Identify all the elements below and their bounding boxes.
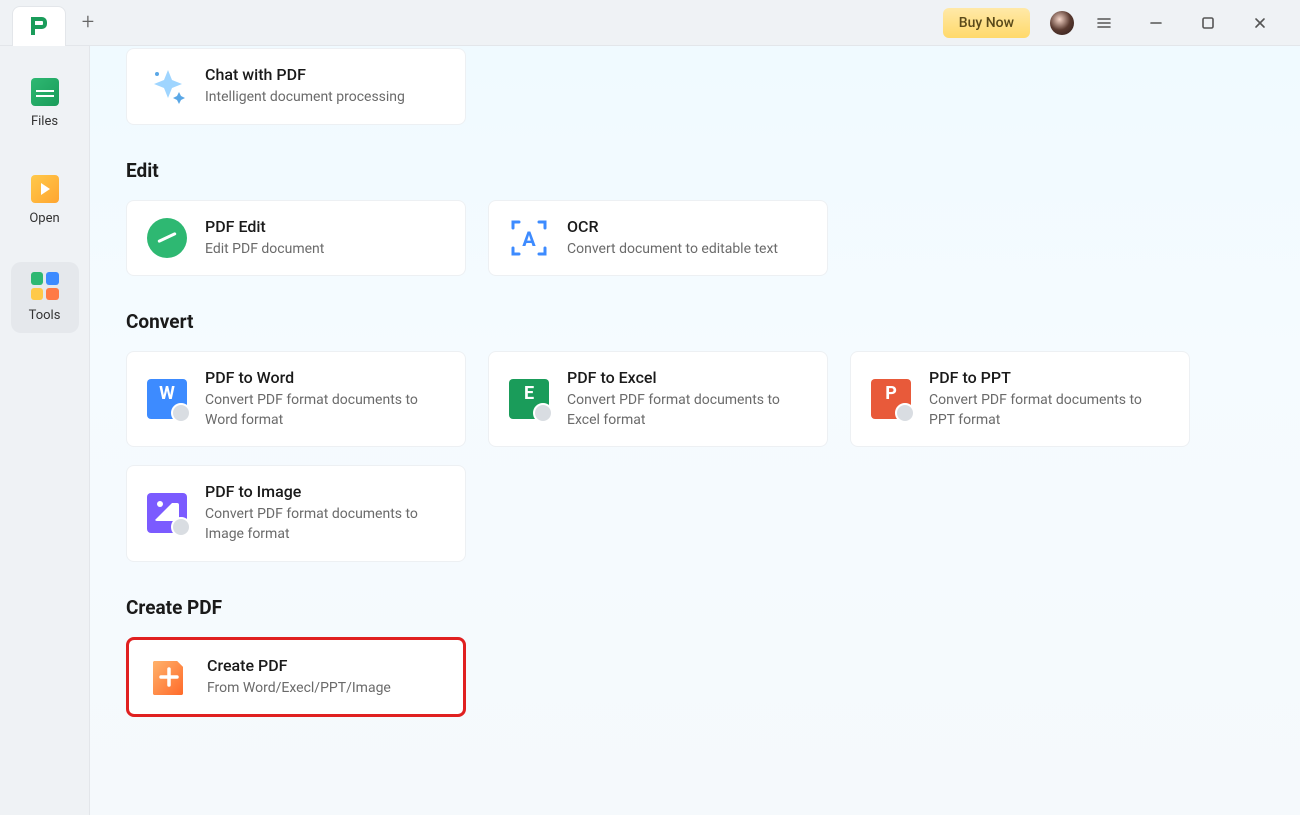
card-create-pdf[interactable]: Create PDF From Word/Execl/PPT/Image <box>126 637 466 718</box>
word-icon <box>147 379 187 419</box>
card-title: OCR <box>567 217 778 236</box>
section-title-convert: Convert <box>126 310 1264 333</box>
sidebar-item-label: Tools <box>29 308 61 323</box>
card-pdf-edit[interactable]: PDF Edit Edit PDF document <box>126 200 466 277</box>
new-tab-button[interactable]: + <box>70 5 106 41</box>
card-pdf-to-excel[interactable]: PDF to Excel Convert PDF format document… <box>488 351 828 447</box>
image-icon <box>147 493 187 533</box>
card-title: Create PDF <box>207 656 391 675</box>
card-title: PDF to Excel <box>567 368 807 387</box>
app-logo-icon <box>27 14 51 38</box>
tools-icon <box>31 272 59 300</box>
card-subtitle: From Word/Execl/PPT/Image <box>207 679 391 699</box>
card-chat-with-pdf[interactable]: Chat with PDF Intelligent document proce… <box>126 48 466 125</box>
card-title: Chat with PDF <box>205 65 405 84</box>
files-icon <box>31 78 59 106</box>
card-pdf-to-image[interactable]: PDF to Image Convert PDF format document… <box>126 465 466 561</box>
sidebar-item-label: Open <box>29 211 59 226</box>
excel-icon <box>509 379 549 419</box>
avatar[interactable] <box>1050 11 1074 35</box>
open-icon <box>31 175 59 203</box>
minimize-button[interactable] <box>1134 1 1178 45</box>
close-button[interactable] <box>1238 1 1282 45</box>
buy-now-button[interactable]: Buy Now <box>943 8 1030 38</box>
sidebar-item-tools[interactable]: Tools <box>11 262 79 333</box>
ocr-icon: A <box>509 218 549 258</box>
sparkle-icon <box>147 66 187 106</box>
card-subtitle: Intelligent document processing <box>205 88 405 108</box>
card-title: PDF to Word <box>205 368 445 387</box>
titlebar: + Buy Now <box>0 0 1300 46</box>
svg-text:A: A <box>522 227 536 251</box>
card-subtitle: Convert PDF format documents to PPT form… <box>929 391 1169 430</box>
ppt-icon <box>871 379 911 419</box>
sidebar-item-files[interactable]: Files <box>11 68 79 139</box>
card-title: PDF Edit <box>205 217 324 236</box>
card-subtitle: Convert PDF format documents to Image fo… <box>205 505 445 544</box>
sidebar-item-open[interactable]: Open <box>11 165 79 236</box>
card-pdf-to-word[interactable]: PDF to Word Convert PDF format documents… <box>126 351 466 447</box>
card-subtitle: Convert PDF format documents to Word for… <box>205 391 445 430</box>
card-subtitle: Convert PDF format documents to Excel fo… <box>567 391 807 430</box>
hamburger-menu-icon[interactable] <box>1082 1 1126 45</box>
card-title: PDF to Image <box>205 482 445 501</box>
sidebar-item-label: Files <box>31 114 58 129</box>
section-title-edit: Edit <box>126 159 1264 182</box>
edit-icon <box>147 218 187 258</box>
sidebar: Files Open Tools <box>0 46 90 815</box>
section-title-create: Create PDF <box>126 596 1264 619</box>
app-tab[interactable] <box>12 6 66 46</box>
card-title: PDF to PPT <box>929 368 1169 387</box>
card-pdf-to-ppt[interactable]: PDF to PPT Convert PDF format documents … <box>850 351 1190 447</box>
main-content: Chat with PDF Intelligent document proce… <box>90 46 1300 815</box>
maximize-button[interactable] <box>1186 1 1230 45</box>
create-pdf-icon <box>149 657 189 697</box>
card-subtitle: Convert document to editable text <box>567 240 778 260</box>
card-ocr[interactable]: A OCR Convert document to editable text <box>488 200 828 277</box>
card-subtitle: Edit PDF document <box>205 240 324 260</box>
